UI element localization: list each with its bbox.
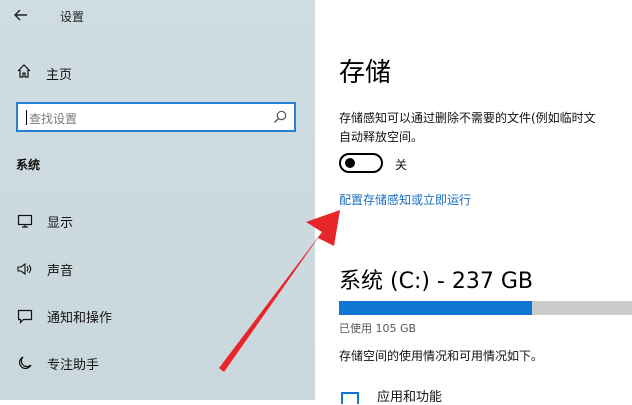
sidebar-item-focus-assist[interactable]: 专注助手	[16, 352, 99, 374]
section-title: 系统	[16, 158, 41, 172]
sidebar-item-label: 显示	[47, 215, 74, 231]
configure-storage-sense-link[interactable]: 配置存储感知或立即运行	[339, 191, 471, 208]
sidebar-item-label: 声音	[47, 263, 74, 279]
storage-usage-bar	[339, 301, 632, 315]
notification-icon	[16, 307, 34, 325]
search-icon[interactable]	[272, 109, 288, 125]
storage-sense-description: 存储感知可以通过删除不需要的文件(例如临时文 自动释放空间。	[339, 111, 596, 144]
page-title: 存储	[339, 58, 392, 88]
storage-sense-toggle[interactable]	[339, 153, 383, 173]
back-arrow-icon[interactable]	[12, 6, 34, 28]
used-space-label: 已使用 105 GB	[339, 322, 417, 335]
apps-features-icon	[341, 392, 359, 404]
sidebar: 设置 主页 查找设置 系统 显示 声音 通知和操作 专注助手	[0, 0, 315, 400]
sidebar-item-label: 主页	[46, 67, 73, 83]
category-apps-features[interactable]: 应用和功能	[377, 386, 442, 405]
text-caret	[26, 110, 27, 125]
usage-info-text: 存储空间的使用情况和可用情况如下。	[339, 349, 544, 363]
monitor-icon	[16, 212, 34, 230]
home-icon	[16, 63, 32, 83]
drive-title: 系统 (C:) - 237 GB	[339, 269, 533, 294]
main-content: 存储 存储感知可以通过删除不需要的文件(例如临时文 自动释放空间。 关 配置存储…	[315, 0, 632, 405]
storage-usage-fill	[339, 301, 533, 315]
sidebar-item-label: 专注助手	[47, 357, 100, 373]
toggle-knob	[345, 158, 355, 168]
sidebar-item-display[interactable]: 显示	[16, 210, 73, 232]
sidebar-item-label: 通知和操作	[47, 310, 113, 326]
toggle-state-label: 关	[395, 158, 408, 172]
sidebar-item-home[interactable]: 主页	[16, 62, 72, 84]
moon-icon	[16, 354, 34, 372]
search-placeholder: 查找设置	[29, 112, 78, 126]
search-input[interactable]: 查找设置	[16, 102, 296, 132]
sidebar-item-sound[interactable]: 声音	[16, 258, 73, 280]
sidebar-item-notifications[interactable]: 通知和操作	[16, 305, 112, 327]
window-title: 设置	[60, 10, 85, 24]
speaker-icon	[16, 260, 34, 278]
